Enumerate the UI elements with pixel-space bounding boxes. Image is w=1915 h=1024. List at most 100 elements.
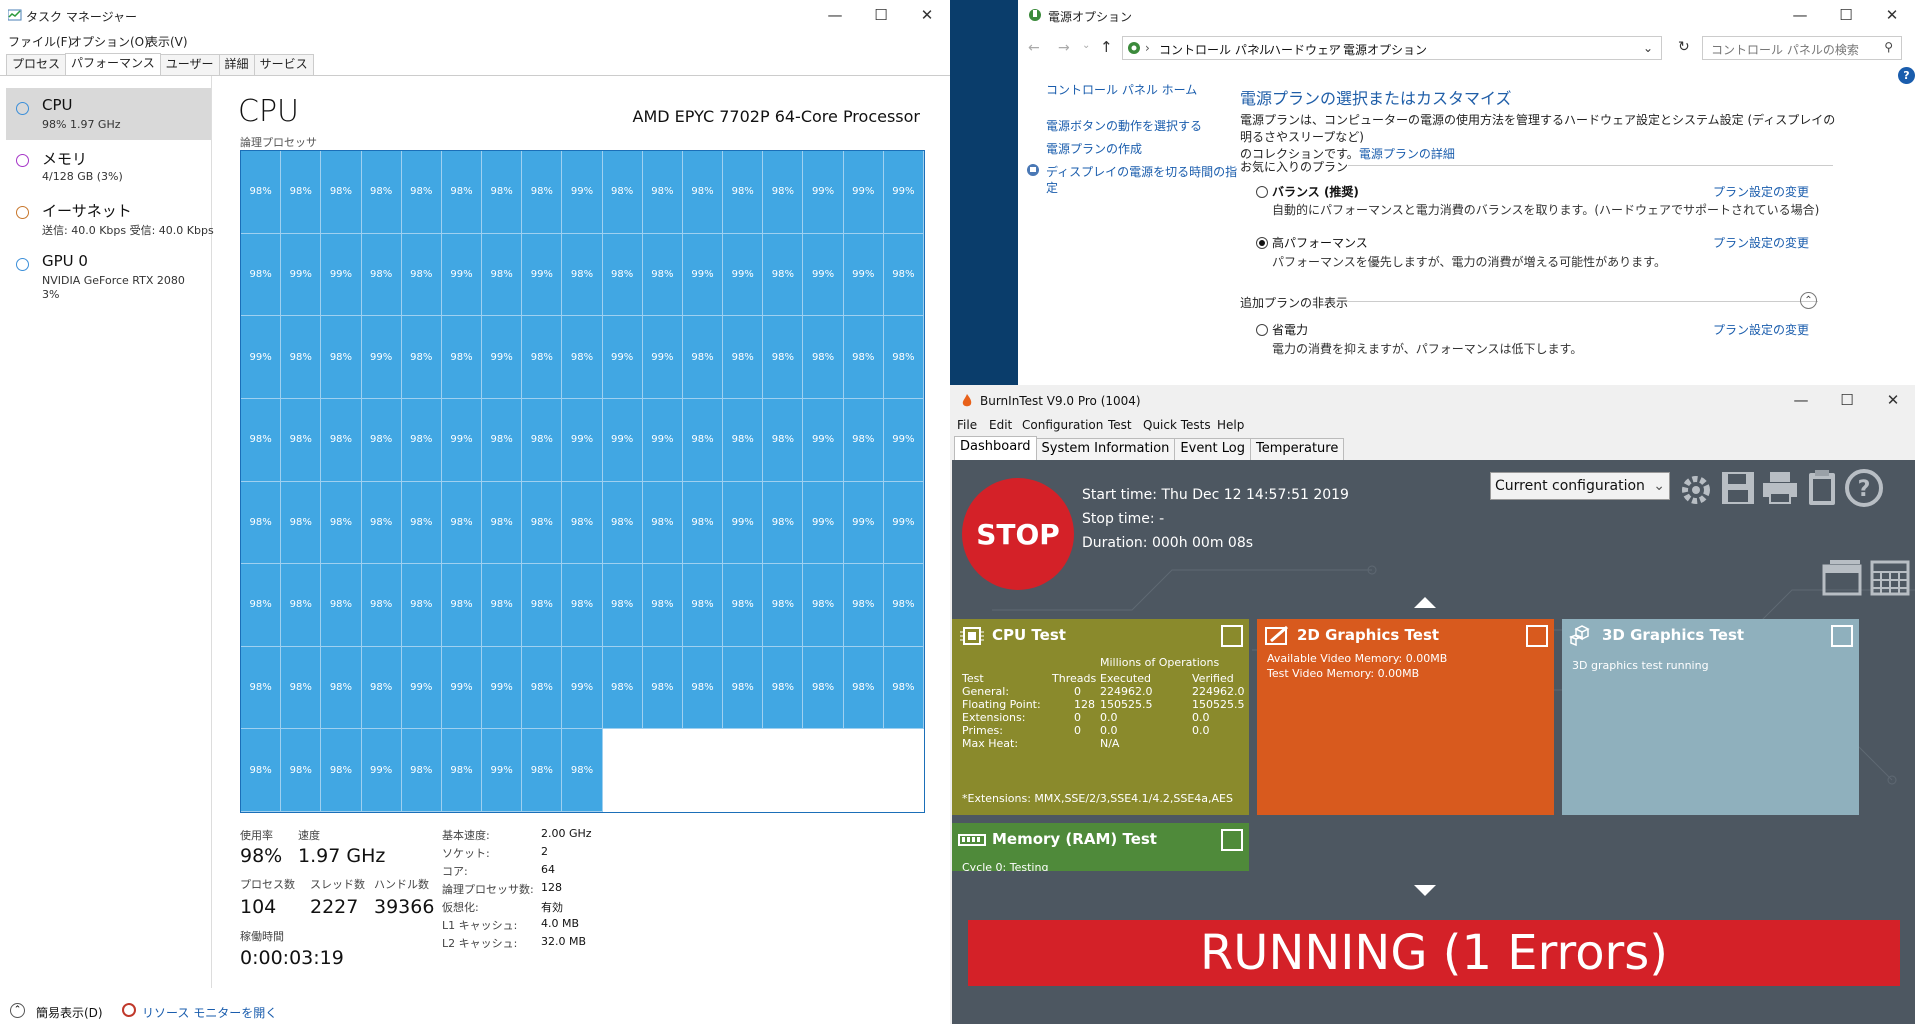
help-icon[interactable]: ? [1898,67,1915,84]
refresh-icon[interactable]: ↻ [1678,39,1690,55]
menu-options[interactable]: オプション(O) [70,33,149,50]
expand-icon[interactable] [1221,829,1243,851]
expand-icon[interactable] [1831,625,1853,647]
nav-create-power-plan[interactable]: 電源プランの作成 [1046,140,1142,157]
nav-display-off-time-cont[interactable]: 定 [1046,179,1058,196]
help-icon[interactable]: ? [1844,468,1884,508]
tab-users[interactable]: ユーザー [159,54,220,75]
tab-event-log[interactable]: Event Log [1174,438,1251,460]
menu-file[interactable]: ファイル(F) [8,33,72,50]
maximize-button[interactable]: ☐ [1824,385,1870,415]
2d-graphics-tile[interactable]: 2D Graphics Test Available Video Memory:… [1257,619,1554,815]
clipboard-icon[interactable] [1802,468,1842,508]
3d-graphics-tile[interactable]: 3D Graphics Test 3D graphics test runnin… [1562,619,1859,815]
menu-help[interactable]: Help [1217,418,1244,432]
cpu-core-cell: 98% [602,564,643,647]
cpu-core-cell: 98% [321,398,362,482]
menu-edit[interactable]: Edit [989,418,1012,432]
maximize-button[interactable]: ☐ [1823,0,1869,30]
close-button[interactable]: ✕ [904,0,950,30]
cpu-core-cell: 98% [441,729,483,812]
tab-system-information[interactable]: System Information [1035,438,1176,460]
scroll-down-arrow-icon[interactable] [1414,885,1436,896]
search-icon[interactable]: ⚲ [1884,40,1893,54]
minimize-button[interactable]: — [1777,0,1823,30]
plan-balanced-radio[interactable] [1256,186,1268,198]
breadcrumb-power-options[interactable]: 電源オプション [1343,41,1427,58]
sidebar-item-gpu[interactable]: GPU 0 NVIDIA GeForce RTX 2080 3% [6,244,211,306]
tab-performance[interactable]: パフォーマンス [65,53,161,76]
search-input[interactable]: コントロール パネルの検索 ⚲ [1702,36,1902,60]
recent-dropdown-icon[interactable]: ⌄ [1082,40,1090,51]
minimize-button[interactable]: — [812,0,858,30]
title-bar[interactable]: タスク マネージャー — ☐ ✕ [0,0,950,30]
tab-dashboard[interactable]: Dashboard [954,436,1037,460]
configuration-select[interactable]: Current configuration ⌄ [1490,472,1670,500]
menu-file[interactable]: File [957,418,977,432]
tab-processes[interactable]: プロセス [6,54,67,75]
cpu-core-cell: 98% [482,233,523,317]
nav-power-button-behavior[interactable]: 電源ボタンの動作を選択する [1046,117,1202,134]
stop-button[interactable]: STOP [962,478,1074,590]
close-button[interactable]: ✕ [1869,0,1915,30]
sidebar-item-memory[interactable]: メモリ 4/128 GB (3%) [6,140,211,192]
cpu-core-cell: 99% [723,233,764,317]
cpu-core-cell: 98% [281,646,322,730]
back-arrow-icon[interactable]: ← [1028,40,1040,56]
address-dropdown-icon[interactable]: ⌄ [1643,41,1653,55]
expand-icon[interactable] [1526,625,1548,647]
cpu-core-cell: 98% [682,646,724,730]
scroll-up-arrow-icon[interactable] [1414,597,1436,608]
cpu-core-cell: 98% [763,646,804,730]
gpu-graph-icon [16,258,29,271]
tab-temperature[interactable]: Temperature [1250,438,1345,460]
tab-services[interactable]: サービス [253,54,314,75]
tab-details[interactable]: 詳細 [218,54,255,75]
nav-control-panel-home[interactable]: コントロール パネル ホーム [1046,81,1197,98]
cpu-core-cell: 98% [682,151,724,234]
cpu-core-cell: 98% [642,233,683,317]
plan-high-performance-radio[interactable] [1256,237,1268,249]
nav-display-off-time[interactable]: ディスプレイの電源を切る時間の指 [1046,163,1237,180]
resource-monitor-link[interactable]: リソース モニターを開く [142,1004,277,1021]
menu-quick-tests[interactable]: Quick Tests [1143,418,1211,432]
printer-icon[interactable] [1760,468,1800,508]
menu-test[interactable]: Test [1108,418,1132,432]
collapse-chevron-icon[interactable]: ⌃ [1800,292,1817,309]
plan-high-performance-change-link[interactable]: プラン設定の変更 [1713,234,1809,251]
gear-icon[interactable] [1676,468,1716,508]
menu-configuration[interactable]: Configuration [1022,418,1103,432]
cpu-core-cell: 99% [361,316,402,399]
maximize-button[interactable]: ☐ [858,0,904,30]
chevron-up-icon[interactable]: ⌃ [10,1003,25,1018]
forward-arrow-icon[interactable]: → [1058,40,1070,56]
close-button[interactable]: ✕ [1870,385,1915,415]
plan-power-saver-change-link[interactable]: プラン設定の変更 [1713,321,1809,338]
memory-test-tile[interactable]: Memory (RAM) Test Cycle 0: Testing [952,823,1249,871]
expand-icon[interactable] [1221,625,1243,647]
resource-monitor-icon [122,1003,136,1017]
minimize-button[interactable]: — [1778,385,1824,415]
cpu-test-tile[interactable]: CPU Test Millions of Operations Test Thr… [952,619,1249,815]
plan-power-saver-radio[interactable] [1256,324,1268,336]
menu-view[interactable]: 表示(V) [146,33,188,50]
ram-stick-icon [958,834,986,846]
save-icon[interactable] [1718,468,1758,508]
sockets-label: ソケット: [442,847,490,860]
fewer-details-link[interactable]: 簡易表示(D) [36,1004,103,1021]
cpu-core-cell: 99% [441,398,483,482]
plan-balanced-change-link[interactable]: プラン設定の変更 [1713,183,1809,200]
cpu-core-cell: 98% [723,564,764,647]
up-arrow-icon[interactable]: ↑ [1100,38,1113,56]
table-cell: 128 [1074,698,1095,711]
window-layout-icon[interactable] [1822,558,1862,598]
cpu-core-cell: 99% [321,233,362,317]
plan-power-saver-name: 省電力 [1272,323,1309,337]
sidebar-item-ethernet[interactable]: イーサネット 送信: 40.0 Kbps 受信: 40.0 Kbps [6,192,214,244]
grid-view-icon[interactable] [1870,558,1910,598]
power-plan-details-link[interactable]: 電源プランの詳細 [1359,147,1455,161]
cpu-core-cell: 99% [602,316,643,399]
address-bar[interactable]: › コントロール パネル › ハードウェア › 電源オプション ⌄ [1122,36,1662,60]
cpu-core-cell: 98% [763,151,804,234]
sidebar-item-cpu[interactable]: CPU 98% 1.97 GHz [6,88,211,140]
